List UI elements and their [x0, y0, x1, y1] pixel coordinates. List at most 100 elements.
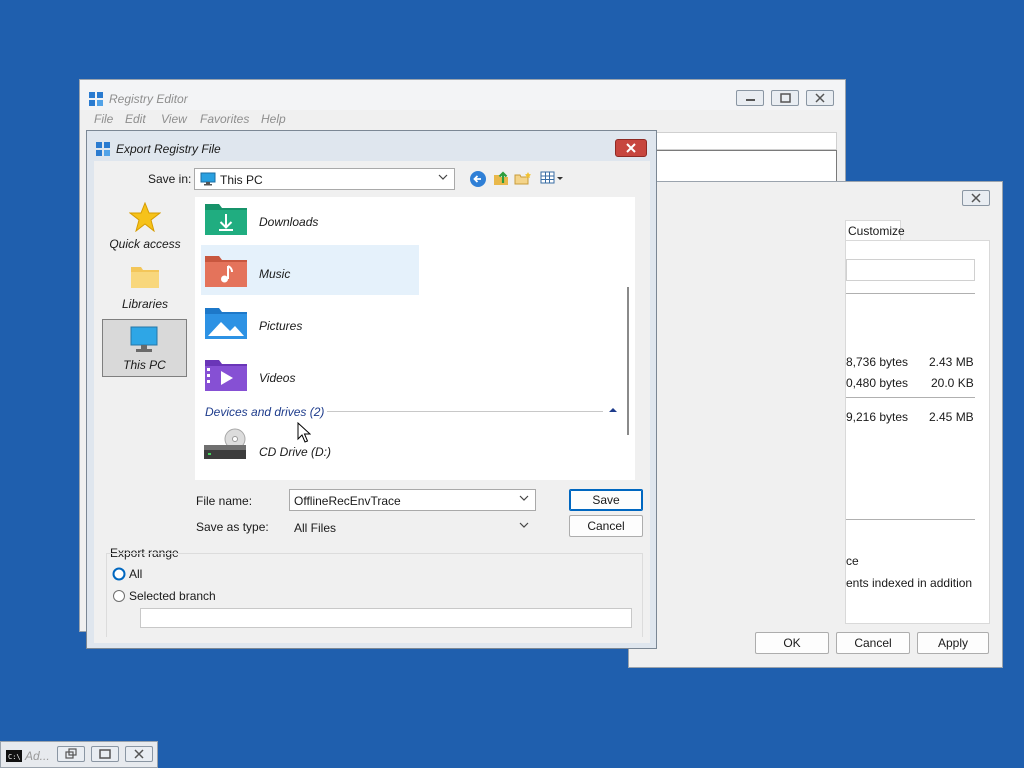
radio-all-label[interactable]: All — [129, 567, 142, 581]
file-name-combo[interactable]: OfflineRecEnvTrace — [289, 489, 536, 511]
export-dialog: Export Registry File Save in: This PC Qu… — [86, 130, 657, 649]
apply-button[interactable]: Apply — [917, 632, 989, 654]
export-dialog-titlebar: Export Registry File — [87, 131, 656, 159]
save-as-type-combo[interactable]: All Files — [289, 516, 536, 538]
save-in-combo[interactable]: This PC — [194, 168, 455, 190]
size-bytes-1: 8,736 bytes — [846, 355, 909, 369]
minimize-button[interactable] — [736, 90, 764, 106]
folder-label-pictures: Pictures — [259, 319, 303, 333]
menu-view[interactable]: View — [161, 112, 187, 126]
radio-all[interactable] — [112, 567, 126, 581]
sidebar-label-libraries: Libraries — [121, 297, 169, 311]
group-divider — [327, 411, 603, 412]
dialog-close-button[interactable] — [615, 139, 647, 157]
properties-panel: 8,736 bytes 2.43 MB 0,480 bytes 20.0 KB … — [845, 240, 990, 624]
folder-music[interactable]: Music — [201, 245, 419, 295]
close-icon — [971, 193, 981, 203]
console-title: Ad... — [25, 749, 50, 763]
menu-file[interactable]: File — [94, 112, 113, 126]
chevron-down-icon[interactable] — [519, 493, 529, 503]
properties-close-button[interactable] — [962, 190, 990, 206]
new-folder-icon[interactable] — [514, 170, 532, 186]
this-pc-icon — [200, 172, 216, 186]
chevron-down-icon — [438, 174, 448, 180]
back-icon[interactable] — [469, 170, 487, 188]
collapse-group-icon[interactable] — [608, 406, 618, 414]
downloads-folder-icon — [205, 204, 247, 235]
file-list[interactable]: Downloads Music Pictures Videos Devices … — [195, 197, 635, 480]
videos-folder-icon — [205, 360, 247, 391]
save-as-type-value: All Files — [294, 521, 337, 535]
folder-label-music: Music — [259, 267, 291, 281]
sidebar-item-quick-access[interactable]: Quick access — [103, 197, 187, 255]
divider — [846, 293, 975, 294]
size-bytes-3: 9,216 bytes — [846, 410, 909, 424]
console-restore-button[interactable] — [57, 746, 85, 762]
console-close-button[interactable] — [125, 746, 153, 762]
ok-button[interactable]: OK — [755, 632, 829, 654]
registry-editor-icon — [89, 92, 103, 106]
minimized-console-window[interactable]: C:\ Ad... — [0, 741, 158, 768]
divider — [846, 519, 975, 520]
properties-cancel-button[interactable]: Cancel — [836, 632, 910, 654]
menu-help[interactable]: Help — [261, 112, 286, 126]
properties-window: Customize 8,736 bytes 2.43 MB 0,480 byte… — [628, 181, 1003, 668]
pictures-folder-icon — [205, 308, 247, 339]
registry-editor-icon — [96, 142, 110, 156]
folder-label-videos: Videos — [259, 371, 296, 385]
sidebar-label-this-pc: This PC — [123, 358, 166, 372]
branch-path-field[interactable] — [140, 608, 632, 628]
radio-selected-branch-label[interactable]: Selected branch — [129, 589, 216, 603]
console-icon: C:\ — [6, 750, 22, 762]
sidebar-item-this-pc[interactable]: This PC — [102, 319, 187, 377]
folder-downloads[interactable]: Downloads — [201, 197, 423, 247]
svg-text:C:\: C:\ — [8, 753, 21, 761]
size-bytes-2: 0,480 bytes — [846, 376, 909, 390]
up-folder-icon[interactable] — [492, 169, 510, 187]
file-name-value[interactable]: OfflineRecEnvTrace — [294, 494, 401, 508]
menu-favorites[interactable]: Favorites — [200, 112, 249, 126]
dialog-cancel-button[interactable]: Cancel — [569, 515, 643, 537]
registry-address-bar[interactable] — [656, 132, 837, 150]
close-icon — [626, 143, 636, 153]
mouse-cursor-icon — [297, 422, 311, 443]
close-icon — [815, 93, 825, 103]
folder-pictures[interactable]: Pictures — [201, 297, 423, 347]
file-list-scrollbar[interactable] — [627, 287, 629, 435]
music-folder-icon — [205, 256, 247, 287]
drive-cd[interactable]: CD Drive (D:) — [201, 425, 423, 475]
chevron-down-icon — [519, 522, 529, 528]
sidebar-item-libraries[interactable]: Libraries — [103, 259, 187, 317]
sidebar-label-quick-access: Quick access — [109, 237, 181, 251]
cd-drive-icon — [204, 428, 246, 459]
close-button[interactable] — [806, 90, 834, 106]
registry-menu-bar: File Edit View Favorites Help — [80, 110, 845, 130]
view-menu-icon[interactable] — [540, 170, 564, 186]
divider — [846, 397, 975, 398]
folder-videos[interactable]: Videos — [201, 349, 423, 399]
properties-name-field[interactable] — [846, 259, 975, 281]
devices-group-header[interactable]: Devices and drives (2) — [205, 405, 324, 419]
folder-label-downloads: Downloads — [259, 215, 319, 229]
size-value-3: 2.45 MB — [929, 410, 974, 424]
restore-button[interactable] — [771, 90, 799, 106]
export-dialog-title: Export Registry File — [116, 142, 221, 156]
minimize-icon — [746, 99, 755, 101]
close-icon — [134, 749, 144, 759]
save-button[interactable]: Save — [569, 489, 643, 511]
star-icon — [129, 202, 161, 232]
size-value-1: 2.43 MB — [929, 355, 974, 369]
tab-customize-label: Customize — [848, 224, 905, 238]
save-as-type-label: Save as type: — [196, 520, 269, 534]
registry-editor-title: Registry Editor — [109, 92, 188, 106]
console-maximize-button[interactable] — [91, 746, 119, 762]
size-value-2: 20.0 KB — [931, 376, 974, 390]
tab-customize[interactable]: Customize — [845, 220, 905, 240]
registry-editor-titlebar: Registry Editor — [80, 80, 845, 110]
dialog-body: Save in: This PC Quick access Libraries … — [94, 161, 650, 643]
menu-edit[interactable]: Edit — [125, 112, 146, 126]
file-name-label: File name: — [196, 494, 253, 508]
attribute-text-2: ents indexed in addition — [846, 576, 973, 590]
maximize-icon — [99, 749, 111, 759]
radio-selected-branch[interactable] — [112, 589, 126, 603]
